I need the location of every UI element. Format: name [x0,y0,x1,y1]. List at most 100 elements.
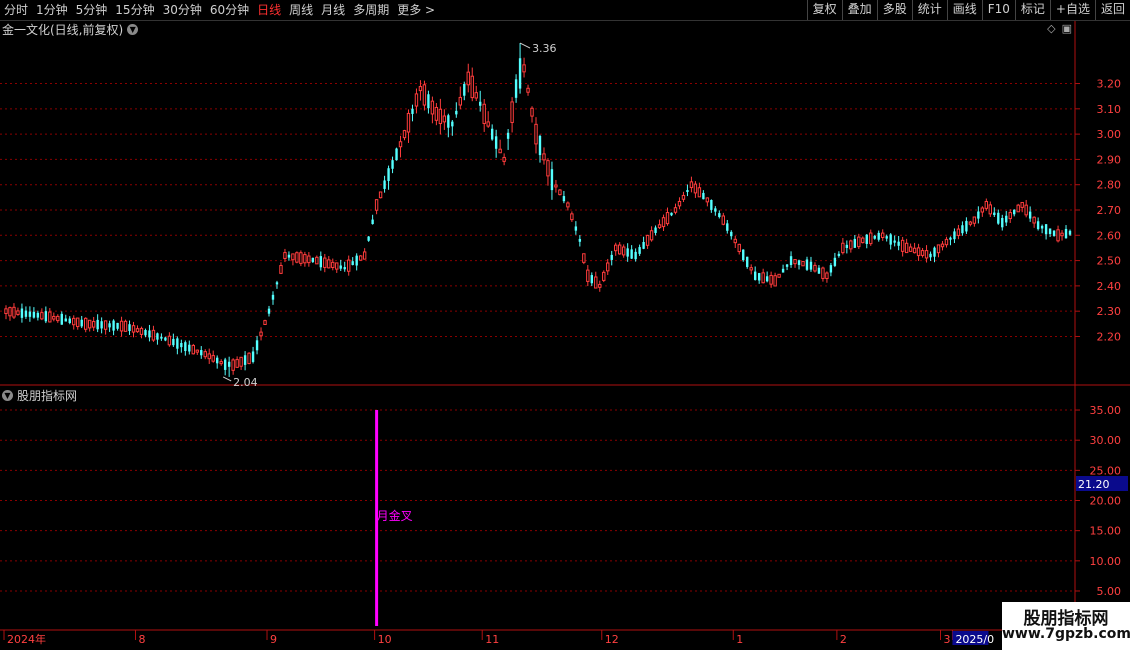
candle-body [119,320,124,332]
candle-body [742,249,745,261]
x-tick-label: 10 [378,633,392,646]
candle-body [427,94,430,109]
candle-body [621,246,626,256]
candle-body [968,221,973,225]
candle-body [936,244,941,254]
candle-body [255,340,259,351]
y-tick-label: 20.00 [1090,495,1122,508]
candle-body [176,338,179,349]
candle-body [271,294,275,300]
candle-body [434,106,439,121]
candle-body [231,359,235,371]
candle-body [805,259,809,270]
candle-body [1001,217,1004,228]
candle-body [87,319,92,329]
candle-body [1008,212,1012,220]
candle-body [558,189,562,196]
candle-body [447,115,450,128]
candle-body [151,329,156,341]
candle-body [451,121,454,127]
candle-body [44,311,48,322]
candle-body [83,317,88,330]
candle-body [1040,225,1044,229]
candle-body [526,87,530,93]
candle-body [714,208,717,212]
candle-body [383,180,386,189]
candle-body [351,261,354,266]
high-pointer [519,42,531,49]
candle-body [849,240,853,250]
candle-body [411,108,414,114]
candle-body [239,356,243,367]
y-tick-label: 2.80 [1097,179,1122,192]
candle-body [912,247,917,254]
candle-body [630,249,633,259]
candle-body [514,79,518,98]
candle-body [347,259,351,272]
candle-body [36,312,40,318]
candle-body [167,335,172,346]
candle-body [103,320,108,330]
signal-label: 月金叉 [377,508,413,523]
candle-body [307,255,311,264]
candle-body [534,123,538,145]
x-tick-label: 2025/0 [955,633,994,646]
candle-body [295,252,299,263]
candle-body [753,271,757,280]
y-tick-label: 10.00 [1090,555,1122,568]
candle-body [705,197,710,203]
candle-body [76,317,80,328]
candle-body [801,260,805,267]
watermark-url: www.7gpzb.com [1002,626,1130,642]
candle-body [550,169,554,191]
candle-body [654,227,657,233]
candle-body [665,212,670,225]
candle-body [693,183,698,194]
candle-body [777,273,781,278]
candle-body [139,327,144,335]
candle-body [406,112,411,133]
candle-body [91,321,96,328]
candle-body [1068,230,1072,235]
candle-body [80,319,83,327]
candle-body [275,282,279,285]
chart-canvas[interactable]: 2.20 2.30 2.40 2.50 2.60 2.70 2.80 2.90 3.00 3.10… [0,0,1130,650]
candle-body [869,232,873,245]
candle-body [430,100,435,115]
x-tick-label: 2024年 [7,632,46,646]
candle-body [730,231,733,237]
candle-body [144,330,147,336]
candle-body [442,115,447,123]
x-tick-label: 3 [943,633,950,646]
candle-body [343,267,346,270]
candle-body [733,238,737,244]
candle-body [845,244,849,248]
candle-body [458,96,462,106]
candle-body [40,312,44,320]
candle-body [463,83,466,96]
candle-body [789,256,793,266]
x-tick-label: 11 [485,633,499,646]
candle-body [367,236,370,241]
candle-body [1013,209,1016,215]
candle-body [865,234,868,244]
candle-body [498,148,502,154]
y-tick-label: 5.00 [1097,585,1122,598]
candle-body [988,204,993,215]
candle-body [681,194,686,200]
candle-body [566,202,570,208]
candle-body [689,181,694,189]
candle-body [726,223,729,231]
y-tick-label: 25.00 [1090,464,1122,477]
candle-body [116,322,119,329]
candle-body [944,238,949,246]
candle-body [737,243,741,253]
candle-body [972,216,977,224]
candle-body [980,207,985,213]
candle-body [590,275,593,284]
candle-body [227,361,231,367]
candle-body [877,232,880,240]
candle-body [287,254,291,258]
candle-body [160,336,163,339]
candle-body [522,64,526,73]
